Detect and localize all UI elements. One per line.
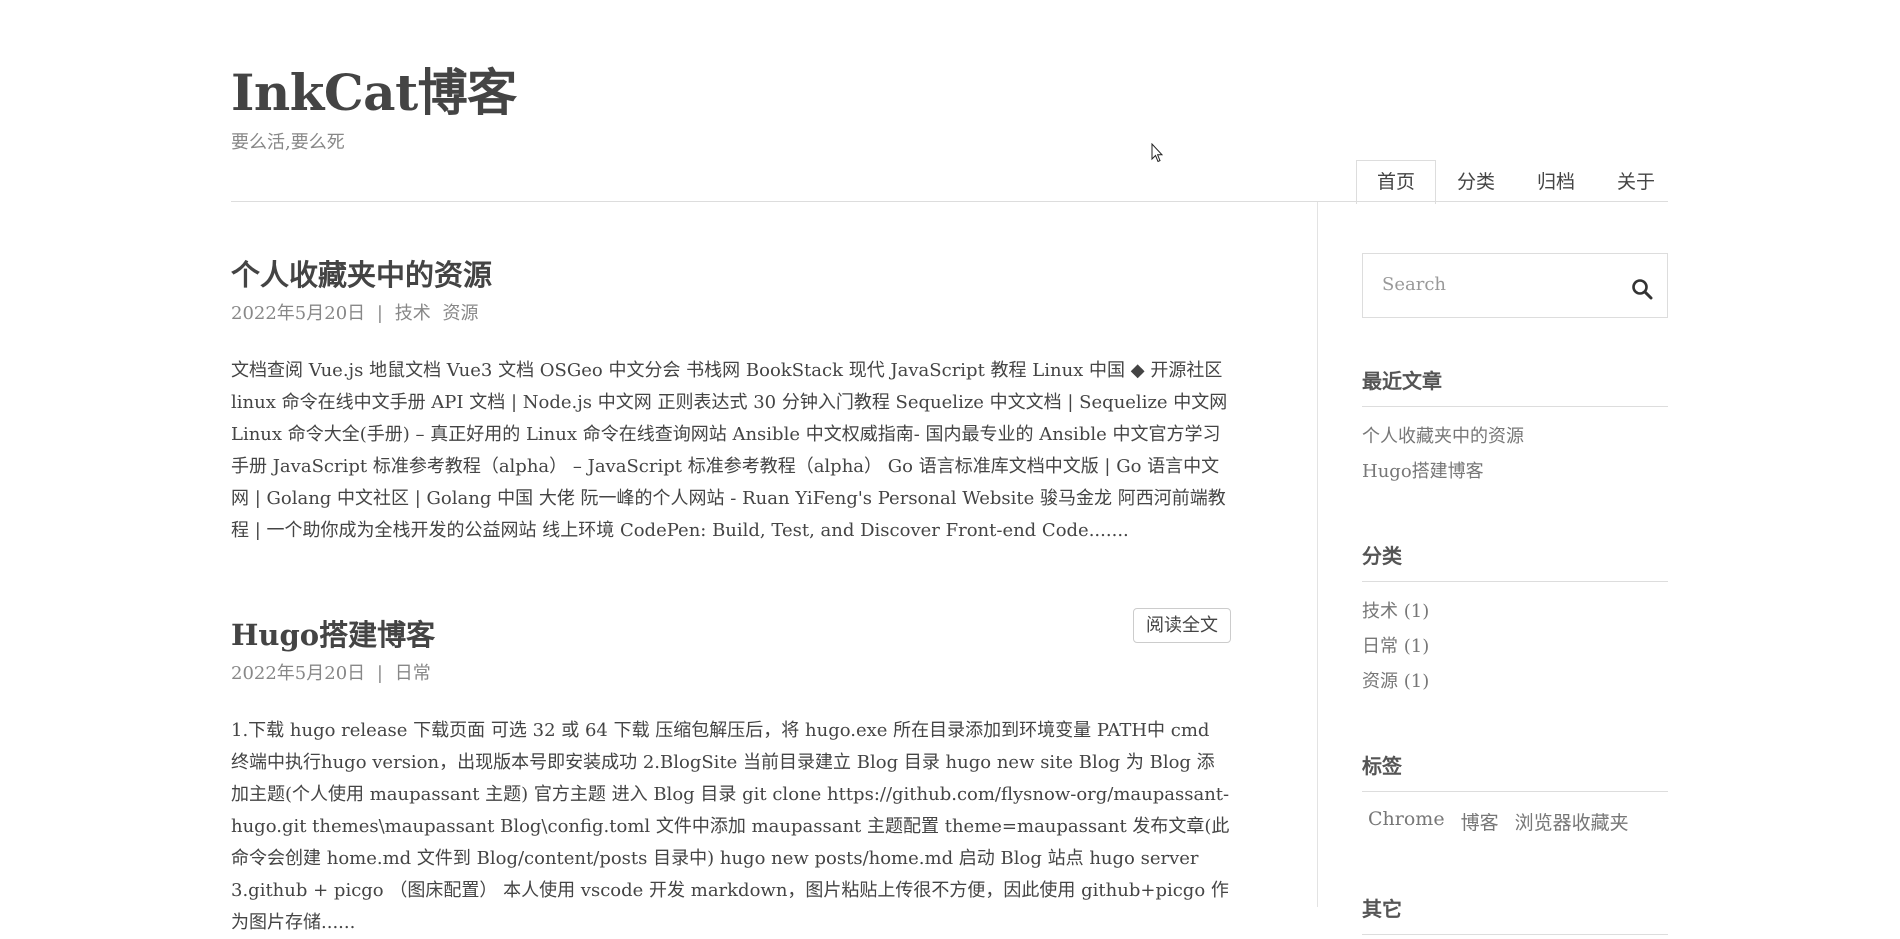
post-item: Hugo搭建博客 2022年5月20日 | 日常 1.下载 hugo relea… [231, 615, 1231, 939]
post-meta: 2022年5月20日 | 日常 [231, 659, 1231, 685]
categories-widget: 分类 技术 (1) 日常 (1) 资源 (1) [1362, 540, 1668, 699]
post-date: 2022年5月20日 [231, 303, 366, 324]
post-meta: 2022年5月20日 | 技术 资源 [231, 299, 1231, 325]
sidebar: Search 最近文章 个人收藏夹中的资源 Hugo搭建博客 分类 技术 (1)… [1362, 253, 1668, 935]
category-link[interactable]: 技术 (1) [1362, 594, 1668, 629]
post-category-link[interactable]: 资源 [442, 303, 478, 324]
nav-item-home[interactable]: 首页 [1356, 160, 1437, 204]
site-title[interactable]: InkCat博客 [231, 60, 517, 126]
nav-item-about[interactable]: 关于 [1596, 160, 1676, 203]
recent-post-link[interactable]: 个人收藏夹中的资源 [1362, 419, 1668, 454]
post-item: 个人收藏夹中的资源 2022年5月20日 | 技术 资源 文档查阅 Vue.js… [231, 255, 1231, 643]
column-divider [1317, 202, 1318, 907]
tag-link[interactable]: 浏览器收藏夹 [1515, 808, 1629, 835]
recent-post-link[interactable]: Hugo搭建博客 [1362, 454, 1668, 489]
main-nav: 首页 分类 归档 关于 [1356, 160, 1676, 204]
mouse-pointer-icon [1151, 143, 1163, 163]
meta-separator: | [376, 303, 383, 324]
category-link[interactable]: 资源 (1) [1362, 664, 1668, 699]
recent-posts-widget: 最近文章 个人收藏夹中的资源 Hugo搭建博客 [1362, 365, 1668, 489]
nav-item-archives[interactable]: 归档 [1516, 160, 1596, 203]
post-title[interactable]: Hugo搭建博客 [231, 615, 1231, 655]
post-title[interactable]: 个人收藏夹中的资源 [231, 255, 1231, 295]
site-header: InkCat博客 要么活,要么死 [231, 60, 517, 154]
meta-separator: | [376, 663, 383, 684]
search-box[interactable]: Search [1362, 253, 1668, 318]
post-category-link[interactable]: 技术 [395, 303, 431, 324]
search-input[interactable]: Search [1382, 274, 1446, 295]
search-icon[interactable] [1631, 278, 1653, 300]
other-widget: 其它 [1362, 893, 1668, 935]
widget-title: 标签 [1362, 750, 1668, 792]
nav-item-categories[interactable]: 分类 [1436, 160, 1516, 203]
tag-link[interactable]: 博客 [1461, 808, 1499, 835]
tags-widget: 标签 Chrome 博客 浏览器收藏夹 [1362, 750, 1668, 835]
site-subtitle: 要么活,要么死 [231, 132, 345, 153]
widget-title: 分类 [1362, 540, 1668, 582]
post-date: 2022年5月20日 [231, 663, 366, 684]
post-category-link[interactable]: 日常 [395, 663, 431, 684]
post-excerpt: 文档查阅 Vue.js 地鼠文档 Vue3 文档 OSGeo 中文分会 书栈网 … [231, 360, 1228, 541]
widget-title: 最近文章 [1362, 365, 1668, 407]
header-divider [231, 201, 1668, 202]
widget-title: 其它 [1362, 893, 1668, 935]
tag-link[interactable]: Chrome [1368, 808, 1445, 835]
category-link[interactable]: 日常 (1) [1362, 629, 1668, 664]
post-excerpt: 1.下载 hugo release 下载页面 可选 32 或 64 下载 压缩包… [231, 720, 1230, 933]
